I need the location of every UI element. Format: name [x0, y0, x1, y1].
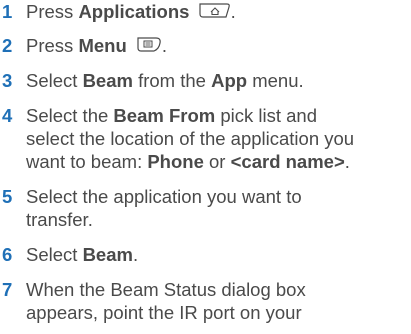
step-5: 5 Select the application you want to tra…	[0, 185, 411, 231]
step-number: 3	[2, 70, 13, 91]
step-text: pick list and	[215, 105, 317, 126]
step-keyword: Beam From	[113, 105, 216, 126]
step-keyword: Phone	[147, 151, 204, 172]
step-keyword: Applications	[78, 1, 190, 22]
step-1: 1 Press Applications .	[0, 0, 411, 26]
step-number: 1	[2, 1, 13, 22]
step-keyword: Beam	[82, 244, 133, 265]
step-keyword: Beam	[82, 70, 133, 91]
step-end: .	[161, 35, 168, 56]
step-7: 7 When the Beam Status dialog box appear…	[0, 278, 411, 324]
step-2: 2 Press Menu .	[0, 34, 411, 60]
step-line: select the location of the application y…	[26, 128, 355, 149]
step-text: .	[344, 151, 350, 172]
step-line: Select the Beam From pick list and	[26, 104, 411, 127]
step-line: transfer.	[26, 209, 93, 230]
step-text: menu.	[247, 70, 304, 91]
step-text: Press	[26, 1, 79, 22]
step-keyword: App	[211, 70, 248, 91]
step-text: from the	[132, 70, 212, 91]
step-number: 6	[2, 244, 13, 265]
step-line: Select the application you want to	[26, 186, 302, 207]
step-text: .	[132, 244, 139, 265]
applications-key-icon	[198, 1, 231, 26]
step-keyword: Menu	[78, 35, 127, 56]
step-line: want to beam: Phone or <card name>.	[26, 150, 411, 173]
step-number: 7	[2, 279, 13, 300]
step-text: Press	[26, 35, 79, 56]
step-text: Select the	[26, 105, 114, 126]
step-end: .	[230, 1, 236, 22]
step-line: appears, point the IR port on your	[26, 302, 302, 323]
step-number: 2	[2, 35, 13, 56]
step-text: or	[203, 151, 231, 172]
step-3: 3 Select Beam from the App menu.	[0, 69, 411, 92]
step-number: 5	[2, 186, 13, 207]
step-4: 4 Select the Beam From pick list and sel…	[0, 104, 411, 173]
step-number: 4	[2, 105, 13, 126]
step-text: Select	[26, 70, 83, 91]
step-text: Select	[26, 244, 83, 265]
step-keyword: <card name>	[230, 151, 345, 172]
menu-key-icon	[136, 35, 162, 60]
instruction-steps: 1 Press Applications . 2 Press Menu . 3 …	[0, 0, 411, 334]
step-text: want to beam:	[26, 151, 148, 172]
step-line: When the Beam Status dialog box	[26, 279, 306, 300]
step-6: 6 Select Beam.	[0, 243, 411, 266]
